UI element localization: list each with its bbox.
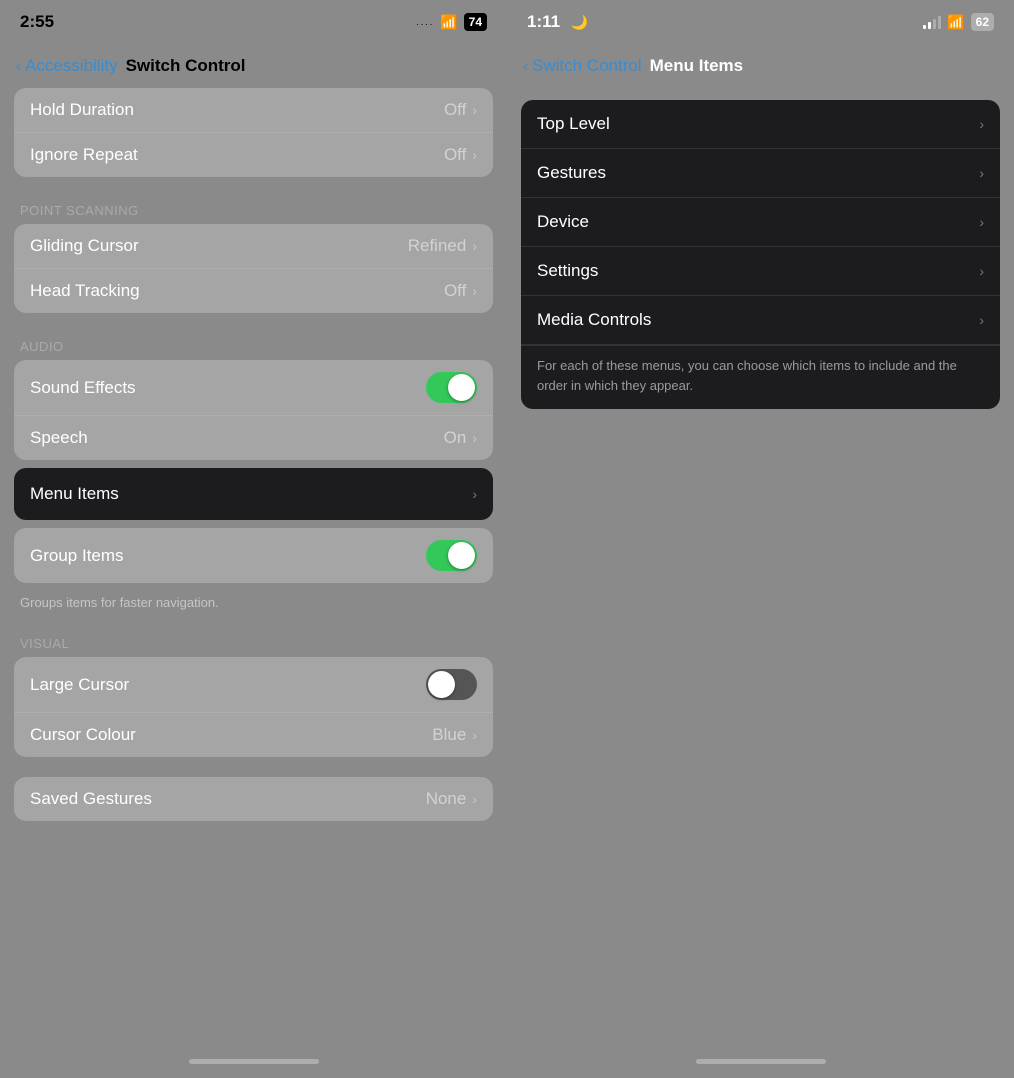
right-panel: 1:11 🌙 📶 62 ‹ Switch Control Menu Items … [507,0,1014,1078]
group-items-toggle[interactable] [426,540,477,571]
saved-gestures-value: None [426,789,467,809]
gliding-cursor-row[interactable]: Gliding Cursor Refined › [14,224,493,269]
ignore-repeat-chevron-icon: › [472,147,477,163]
sound-effects-toggle-thumb [448,374,475,401]
right-back-button[interactable]: ‹ Switch Control [523,56,642,76]
gliding-cursor-label: Gliding Cursor [30,236,408,256]
right-signal-icon [923,16,941,29]
settings-chevron-icon: › [979,263,984,279]
ignore-repeat-label: Ignore Repeat [30,145,444,165]
cursor-colour-row[interactable]: Cursor Colour Blue › [14,713,493,757]
gliding-cursor-value: Refined [408,236,467,256]
sound-effects-label: Sound Effects [30,378,426,398]
sound-effects-row[interactable]: Sound Effects [14,360,493,416]
left-home-indicator [0,1044,507,1078]
right-home-indicator [507,1044,1014,1078]
saved-gestures-row[interactable]: Saved Gestures None › [14,777,493,821]
audio-section-label: AUDIO [0,321,507,360]
gestures-label: Gestures [537,163,979,183]
left-back-label: Accessibility [25,56,118,76]
group-items-label: Group Items [30,546,426,566]
visual-section-label: VISUAL [0,618,507,657]
right-nav-bar: ‹ Switch Control Menu Items [507,44,1014,88]
cursor-colour-chevron-icon: › [472,727,477,743]
menu-card: Top Level › Gestures › Device › Settings… [521,100,1000,409]
left-signal-dots: .... [416,17,434,27]
ignore-repeat-row[interactable]: Ignore Repeat Off › [14,133,493,177]
gestures-row[interactable]: Gestures › [521,149,1000,198]
saved-gestures-label: Saved Gestures [30,789,426,809]
point-scanning-section-label: POINT SCANNING [0,185,507,224]
left-back-chevron-icon: ‹ [16,58,21,75]
right-content: Top Level › Gestures › Device › Settings… [507,88,1014,1044]
hold-duration-label: Hold Duration [30,100,444,120]
left-nav-title: Switch Control [126,56,246,76]
sound-effects-toggle[interactable] [426,372,477,403]
right-moon-icon: 🌙 [571,14,588,30]
top-level-row[interactable]: Top Level › [521,100,1000,149]
right-back-label: Switch Control [532,56,642,76]
head-tracking-label: Head Tracking [30,281,444,301]
right-status-bar: 1:11 🌙 📶 62 [507,0,1014,44]
device-label: Device [537,212,979,232]
large-cursor-toggle-thumb [428,671,455,698]
top-settings-group: Hold Duration Off › Ignore Repeat Off › [14,88,493,177]
gliding-cursor-chevron-icon: › [472,238,477,254]
media-controls-chevron-icon: › [979,312,984,328]
large-cursor-row[interactable]: Large Cursor [14,657,493,713]
saved-gestures-chevron-icon: › [472,791,477,807]
speech-row[interactable]: Speech On › [14,416,493,460]
speech-label: Speech [30,428,444,448]
left-back-button[interactable]: ‹ Accessibility [16,56,118,76]
head-tracking-chevron-icon: › [472,283,477,299]
menu-card-description: For each of these menus, you can choose … [521,345,1000,409]
right-wifi-icon: 📶 [947,14,964,31]
device-chevron-icon: › [979,214,984,230]
left-status-bar: 2:55 .... 📶 74 [0,0,507,44]
left-battery: 74 [464,13,487,31]
speech-value: On [444,428,467,448]
hold-duration-chevron-icon: › [472,102,477,118]
left-wifi-icon: 📶 [440,14,457,31]
saved-gestures-group: Saved Gestures None › [14,777,493,821]
device-row[interactable]: Device › [521,198,1000,247]
cursor-colour-value: Blue [432,725,466,745]
left-time: 2:55 [20,12,54,31]
media-controls-row[interactable]: Media Controls › [521,296,1000,345]
right-time: 1:11 [527,12,560,31]
cursor-colour-label: Cursor Colour [30,725,432,745]
visual-group: Large Cursor Cursor Colour Blue › [14,657,493,757]
left-panel: 2:55 .... 📶 74 ‹ Accessibility Switch Co… [0,0,507,1078]
point-scanning-group: Gliding Cursor Refined › Head Tracking O… [14,224,493,313]
left-nav-bar: ‹ Accessibility Switch Control [0,44,507,88]
gestures-chevron-icon: › [979,165,984,181]
group-items-toggle-thumb [448,542,475,569]
head-tracking-value: Off [444,281,466,301]
left-home-bar [189,1059,319,1064]
hold-duration-row[interactable]: Hold Duration Off › [14,88,493,133]
media-controls-label: Media Controls [537,310,979,330]
menu-items-label: Menu Items [30,484,472,504]
right-home-bar [696,1059,826,1064]
head-tracking-row[interactable]: Head Tracking Off › [14,269,493,313]
right-nav-title: Menu Items [650,56,744,76]
group-items-row[interactable]: Group Items [14,528,493,583]
group-items-helper: Groups items for faster navigation. [0,591,507,618]
top-level-chevron-icon: › [979,116,984,132]
large-cursor-toggle[interactable] [426,669,477,700]
settings-row[interactable]: Settings › [521,247,1000,296]
speech-chevron-icon: › [472,430,477,446]
settings-label: Settings [537,261,979,281]
ignore-repeat-value: Off [444,145,466,165]
audio-group: Sound Effects Speech On › [14,360,493,460]
menu-items-row[interactable]: Menu Items › [14,468,493,520]
top-level-label: Top Level [537,114,979,134]
menu-items-chevron-icon: › [472,486,477,502]
right-battery: 62 [971,13,994,31]
left-content: Hold Duration Off › Ignore Repeat Off › … [0,88,507,1044]
right-back-chevron-icon: ‹ [523,58,528,75]
group-items-group: Group Items [14,528,493,583]
large-cursor-label: Large Cursor [30,675,426,695]
hold-duration-value: Off [444,100,466,120]
